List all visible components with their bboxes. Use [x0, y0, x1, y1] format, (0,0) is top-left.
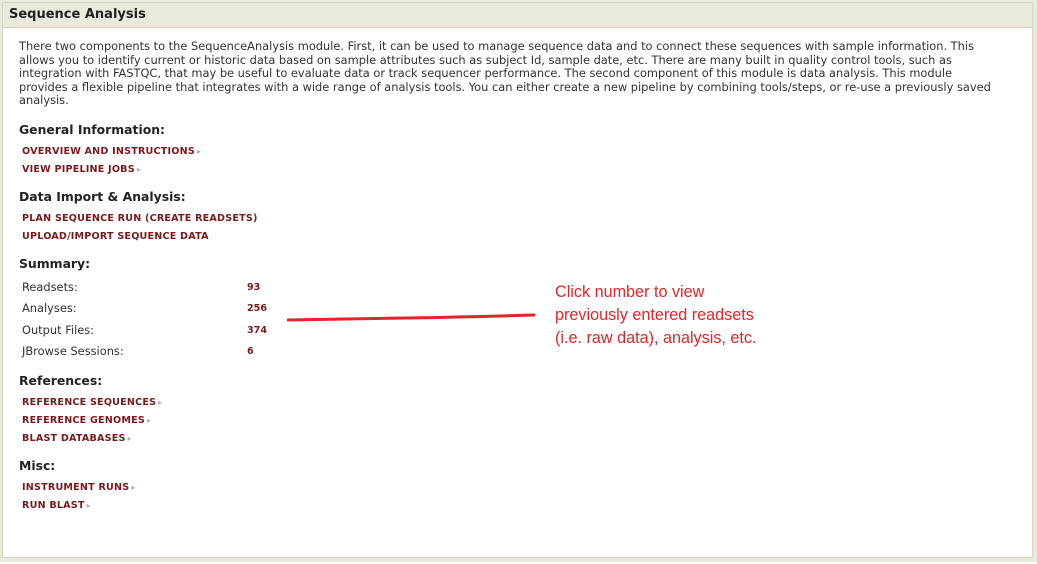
section-summary: Summary: Readsets: 93 Analyses: 256 Outp…: [19, 256, 1032, 363]
output-files-count-link[interactable]: 374: [247, 320, 267, 342]
section-title-references: References:: [19, 372, 103, 388]
run-blast-link[interactable]: RUN BLAST ▸: [22, 497, 1032, 515]
triangle-right-icon: ▸: [158, 397, 163, 407]
summary-row-readsets: Readsets: 93: [22, 277, 1032, 299]
section-title-import: Data Import & Analysis:: [19, 188, 186, 204]
overview-link[interactable]: OVERVIEW AND INSTRUCTIONS ▸: [22, 143, 1032, 161]
sequence-analysis-panel: Sequence Analysis There two components t…: [2, 2, 1033, 558]
intro-text: There two components to the SequenceAnal…: [19, 39, 991, 108]
section-references: References: REFERENCE SEQUENCES ▸ REFEREN…: [19, 373, 1032, 448]
annotation-line: [287, 313, 536, 322]
section-misc: Misc: INSTRUMENT RUNS ▸ RUN BLAST ▸: [19, 458, 1032, 515]
section-title-general: General Information:: [19, 121, 166, 137]
analyses-count-link[interactable]: 256: [247, 298, 267, 320]
triangle-right-icon: ▸: [136, 164, 142, 174]
annotation-line-2: previously entered readsets: [555, 306, 754, 324]
summary-row-jbrowse: JBrowse Sessions: 6: [22, 341, 1032, 363]
annotation-line-1: Click number to view: [555, 283, 705, 301]
panel-title: Sequence Analysis: [3, 3, 1032, 28]
section-title-summary: Summary:: [19, 255, 91, 271]
triangle-right-icon: ▸: [86, 500, 91, 510]
summary-label: Output Files:: [22, 322, 95, 337]
jbrowse-sessions-count-link[interactable]: 6: [247, 341, 254, 363]
annotation-callout: Click number to view previously entered …: [555, 281, 815, 350]
triangle-right-icon: ▸: [146, 415, 152, 425]
reference-genomes-link[interactable]: REFERENCE GENOMES ▸: [22, 412, 1032, 430]
reference-sequences-link[interactable]: REFERENCE SEQUENCES ▸: [22, 394, 1032, 412]
summary-label: JBrowse Sessions:: [22, 344, 124, 359]
panel-body: There two components to the SequenceAnal…: [3, 28, 1032, 548]
blast-databases-link[interactable]: BLAST DATABASES ▸: [22, 430, 1032, 448]
section-import: Data Import & Analysis: PLAN SEQUENCE RU…: [19, 189, 1032, 246]
instrument-runs-link[interactable]: INSTRUMENT RUNS ▸: [22, 479, 1032, 497]
section-general: General Information: OVERVIEW AND INSTRU…: [19, 122, 1032, 179]
annotation-line-3: (i.e. raw data), analysis, etc.: [555, 329, 757, 347]
summary-label: Analyses:: [22, 301, 77, 316]
summary-label: Readsets:: [22, 279, 78, 294]
readsets-count-link[interactable]: 93: [247, 277, 260, 299]
view-pipeline-jobs-link[interactable]: VIEW PIPELINE JOBS ▸: [22, 161, 1032, 179]
plan-sequence-run-link[interactable]: PLAN SEQUENCE RUN (CREATE READSETS): [22, 210, 1032, 228]
triangle-right-icon: ▸: [127, 433, 132, 443]
section-title-misc: Misc:: [19, 457, 56, 473]
upload-sequence-data-link[interactable]: UPLOAD/IMPORT SEQUENCE DATA: [22, 228, 1032, 246]
triangle-right-icon: ▸: [131, 482, 136, 492]
triangle-right-icon: ▸: [196, 146, 202, 156]
